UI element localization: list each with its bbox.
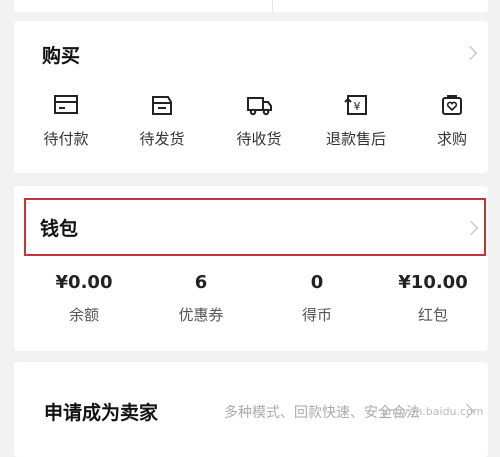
card-icon [54,95,78,114]
wallet-title: 钱包 [40,218,79,240]
seller-title: 申请成为卖家 [44,402,159,424]
stat-value: ¥0.00 [55,272,113,293]
wallet-stat-coins[interactable]: 0 得币 [262,272,372,325]
buy-item-label: 退款售后 [325,130,386,148]
buy-section: 购买 待付款 待发货 待收货 ¥ 退款售后 求购 [14,21,488,173]
wallet-section: 钱包 ¥0.00 余额 6 优惠券 0 得币 ¥10.00 红包 [14,186,488,351]
buy-item-label: 求购 [436,130,467,148]
truck-icon [247,97,272,116]
stat-value: 6 [194,272,208,293]
buy-title: 购买 [42,45,81,67]
buy-chevron-right-icon[interactable] [462,45,478,61]
stat-label: 优惠券 [178,306,224,324]
stat-label: 红包 [417,306,448,324]
wallet-header-row[interactable]: 钱包 [24,198,486,256]
watermark: jingyan.baidu.com [382,405,484,418]
buy-item-want-to-buy[interactable]: 求购 [412,93,492,149]
buy-item-pending-shipment[interactable]: 待发货 [122,93,202,149]
buy-item-label: 待收货 [236,130,282,148]
buy-item-refund-aftersale[interactable]: ¥ 退款售后 [316,93,396,149]
refund-icon: ¥ [344,95,367,115]
wallet-stat-balance[interactable]: ¥0.00 余额 [29,272,139,325]
top-divider [272,0,273,12]
stat-value: 0 [310,272,324,293]
svg-text:¥: ¥ [354,100,361,113]
buy-item-pending-payment[interactable]: 待付款 [26,93,106,149]
want-buy-icon [442,95,462,115]
buy-item-label: 待发货 [139,130,185,148]
package-icon [152,96,172,115]
wallet-stat-red-packet[interactable]: ¥10.00 红包 [378,272,488,325]
buy-item-pending-receipt[interactable]: 待收货 [219,93,299,149]
wallet-stat-coupons[interactable]: 6 优惠券 [146,272,256,325]
stat-value: ¥10.00 [398,272,468,293]
top-card-remnant [14,0,488,12]
wallet-chevron-right-icon [463,220,479,236]
stat-label: 余额 [68,306,99,324]
stat-label: 得币 [301,306,332,324]
buy-item-label: 待付款 [43,130,89,148]
